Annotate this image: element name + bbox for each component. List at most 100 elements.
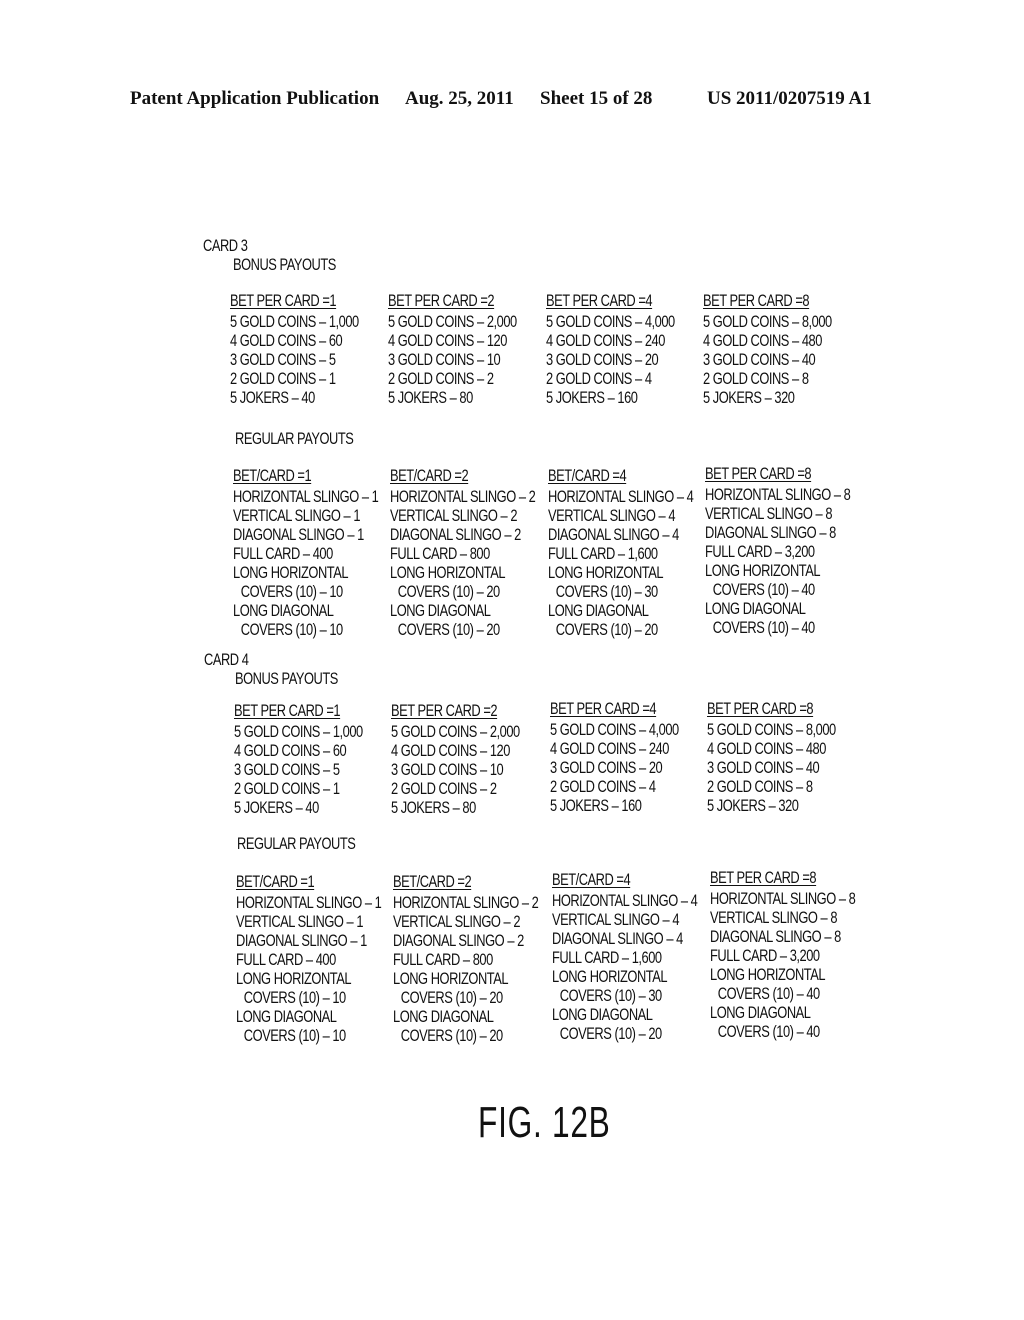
payout-line: 4 GOLD COINS – 240 [550, 740, 669, 758]
payout-line: 2 GOLD COINS – 8 [703, 370, 809, 388]
payout-line: 4 GOLD COINS – 60 [230, 332, 343, 350]
payout-line: 3 GOLD COINS – 10 [388, 351, 501, 369]
payout-line: 5 GOLD COINS – 2,000 [388, 313, 517, 331]
payout-line: COVERS (10) – 40 [717, 1023, 820, 1041]
payout-line: COVERS (10) – 10 [240, 621, 343, 639]
column-header: BET PER CARD =8 [703, 292, 810, 310]
payout-line: HORIZONTAL SLINGO – 1 [236, 894, 382, 912]
payout-line: 3 GOLD COINS – 5 [234, 761, 340, 779]
column-header: BET/CARD =1 [233, 467, 312, 485]
payout-line: COVERS (10) – 30 [555, 583, 658, 601]
payout-line: HORIZONTAL SLINGO – 1 [233, 488, 379, 506]
card-3-title: CARD 3 [203, 237, 248, 255]
payout-line: VERTICAL SLINGO – 8 [705, 505, 833, 523]
payout-line: 5 JOKERS – 320 [703, 389, 795, 407]
card-4-bonus-col-1: BET PER CARD =1 5 GOLD COINS – 1,000 4 G… [234, 702, 363, 818]
payout-line: 3 GOLD COINS – 20 [546, 351, 659, 369]
payout-line: COVERS (10) – 20 [559, 1025, 662, 1043]
payout-line: HORIZONTAL SLINGO – 4 [548, 488, 694, 506]
payout-line: FULL CARD – 800 [393, 951, 493, 969]
card-4-regular-col-4: BET PER CARD =8 HORIZONTAL SLINGO – 8 VE… [710, 869, 856, 1042]
payout-line: 2 GOLD COINS – 1 [230, 370, 336, 388]
payout-line: 5 GOLD COINS – 4,000 [550, 721, 679, 739]
card-3-regular-col-1: BET/CARD =1 HORIZONTAL SLINGO – 1 VERTIC… [233, 467, 379, 640]
card-3-bonus-col-4: BET PER CARD =8 5 GOLD COINS – 8,000 4 G… [703, 292, 832, 408]
payout-line: LONG DIAGONAL [233, 602, 334, 620]
payout-line: LONG DIAGONAL [390, 602, 491, 620]
page-header: Patent Application Publication Aug. 25, … [0, 88, 1024, 118]
payout-line: FULL CARD – 400 [236, 951, 336, 969]
card-4-title: CARD 4 [204, 651, 249, 669]
payout-line: 5 JOKERS – 40 [230, 389, 315, 407]
payout-line: 3 GOLD COINS – 5 [230, 351, 336, 369]
column-header: BET PER CARD =4 [550, 700, 657, 718]
column-header: BET PER CARD =2 [388, 292, 495, 310]
payout-line: FULL CARD – 3,200 [710, 947, 820, 965]
payout-line: 4 GOLD COINS – 240 [546, 332, 665, 350]
publication-label: Patent Application Publication [130, 88, 380, 109]
payout-line: 2 GOLD COINS – 2 [391, 780, 497, 798]
card-3-regular-col-3: BET/CARD =4 HORIZONTAL SLINGO – 4 VERTIC… [548, 467, 694, 640]
publication-date: Aug. 25, 2011 [405, 88, 514, 109]
payout-line: 5 JOKERS – 320 [707, 797, 799, 815]
card-3-bonus-col-1: BET PER CARD =1 5 GOLD COINS – 1,000 4 G… [230, 292, 359, 408]
payout-line: COVERS (10) – 20 [400, 989, 503, 1007]
payout-line: VERTICAL SLINGO – 1 [233, 507, 361, 525]
payout-line: 3 GOLD COINS – 10 [391, 761, 504, 779]
card-4-bonus-title: BONUS PAYOUTS [235, 670, 338, 688]
payout-line: 5 JOKERS – 40 [234, 799, 319, 817]
payout-line: 5 GOLD COINS – 1,000 [230, 313, 359, 331]
payout-line: COVERS (10) – 10 [243, 1027, 346, 1045]
payout-line: 2 GOLD COINS – 4 [550, 778, 656, 796]
payout-line: DIAGONAL SLINGO – 2 [393, 932, 524, 950]
payout-line: 4 GOLD COINS – 480 [703, 332, 822, 350]
column-header: BET PER CARD =8 [707, 700, 814, 718]
payout-line: COVERS (10) – 40 [717, 985, 820, 1003]
payout-line: COVERS (10) – 10 [240, 583, 343, 601]
payout-line: 4 GOLD COINS – 120 [388, 332, 507, 350]
figure-label: FIG. 12B [478, 1098, 611, 1147]
payout-line: 3 GOLD COINS – 20 [550, 759, 663, 777]
card-3-regular-col-2: BET/CARD =2 HORIZONTAL SLINGO – 2 VERTIC… [390, 467, 536, 640]
patent-number: US 2011/0207519 A1 [707, 88, 872, 109]
column-header: BET/CARD =2 [390, 467, 469, 485]
card-4-regular-col-2: BET/CARD =2 HORIZONTAL SLINGO – 2 VERTIC… [393, 873, 539, 1046]
payout-line: LONG HORIZONTAL [710, 966, 826, 984]
card-3-bonus-col-2: BET PER CARD =2 5 GOLD COINS – 2,000 4 G… [388, 292, 517, 408]
payout-line: 5 JOKERS – 160 [546, 389, 638, 407]
payout-line: 5 GOLD COINS – 8,000 [707, 721, 836, 739]
payout-line: LONG DIAGONAL [710, 1004, 811, 1022]
column-header: BET PER CARD =4 [546, 292, 653, 310]
column-header: BET/CARD =4 [552, 871, 631, 889]
payout-line: VERTICAL SLINGO – 4 [552, 911, 680, 929]
payout-line: 5 GOLD COINS – 1,000 [234, 723, 363, 741]
payout-line: LONG DIAGONAL [548, 602, 649, 620]
payout-line: LONG HORIZONTAL [393, 970, 509, 988]
card-4-bonus-col-3: BET PER CARD =4 5 GOLD COINS – 4,000 4 G… [550, 700, 679, 816]
column-header: BET PER CARD =2 [391, 702, 498, 720]
payout-line: DIAGONAL SLINGO – 1 [236, 932, 367, 950]
card-4-regular-col-3: BET/CARD =4 HORIZONTAL SLINGO – 4 VERTIC… [552, 871, 698, 1044]
payout-line: 3 GOLD COINS – 40 [707, 759, 820, 777]
payout-line: COVERS (10) – 20 [555, 621, 658, 639]
card-3-bonus-title: BONUS PAYOUTS [233, 256, 336, 274]
payout-line: LONG DIAGONAL [705, 600, 806, 618]
payout-line: LONG DIAGONAL [552, 1006, 653, 1024]
payout-line: COVERS (10) – 10 [243, 989, 346, 1007]
payout-line: 2 GOLD COINS – 2 [388, 370, 494, 388]
payout-line: 2 GOLD COINS – 4 [546, 370, 652, 388]
payout-line: HORIZONTAL SLINGO – 8 [705, 486, 851, 504]
payout-line: LONG HORIZONTAL [548, 564, 664, 582]
card-4-bonus-col-4: BET PER CARD =8 5 GOLD COINS – 8,000 4 G… [707, 700, 836, 816]
payout-line: LONG HORIZONTAL [390, 564, 506, 582]
payout-line: HORIZONTAL SLINGO – 2 [390, 488, 536, 506]
column-header: BET PER CARD =8 [710, 869, 817, 887]
payout-line: LONG HORIZONTAL [552, 968, 668, 986]
card-3-regular-col-4: BET PER CARD =8 HORIZONTAL SLINGO – 8 VE… [705, 465, 851, 638]
column-header: BET PER CARD =1 [234, 702, 341, 720]
payout-line: DIAGONAL SLINGO – 4 [552, 930, 683, 948]
payout-line: 2 GOLD COINS – 1 [234, 780, 340, 798]
payout-line: 5 JOKERS – 160 [550, 797, 642, 815]
column-header: BET/CARD =2 [393, 873, 472, 891]
payout-line: FULL CARD – 800 [390, 545, 490, 563]
